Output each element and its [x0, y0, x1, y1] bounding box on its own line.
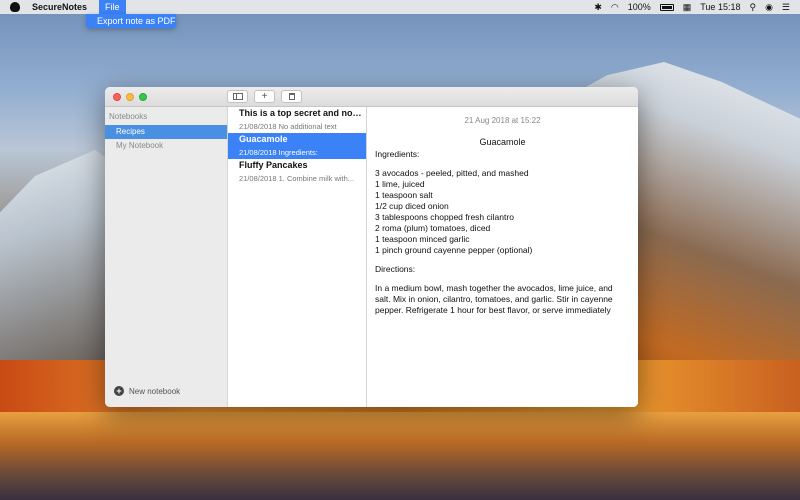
app-menu[interactable]: SecureNotes — [32, 2, 87, 12]
note-date: 21 Aug 2018 at 15:22 — [464, 116, 541, 125]
note-title: Guacamole — [239, 134, 288, 144]
new-note-button[interactable]: + — [254, 90, 275, 103]
new-notebook-button[interactable]: + New notebook — [114, 386, 180, 396]
note-list-item[interactable]: This is a top secret and nobo... 21/08/2… — [228, 107, 366, 133]
zoom-window-button[interactable] — [139, 93, 147, 101]
clock[interactable]: Tue 15:18 — [700, 2, 740, 12]
directions-header[interactable]: Directions: — [375, 264, 630, 275]
ingredient-line[interactable]: 3 avocados - peeled, pitted, and mashed — [375, 168, 630, 179]
ingredient-line[interactable]: 1 lime, juiced — [375, 179, 630, 190]
note-heading[interactable]: Guacamole — [375, 135, 630, 149]
notebooks-header: Notebooks — [109, 112, 148, 121]
ingredient-line[interactable]: 1 pinch ground cayenne pepper (optional) — [375, 245, 630, 256]
input-source-icon[interactable]: ▦ — [683, 2, 692, 13]
ingredient-line[interactable]: 3 tablespoons chopped fresh cilantro — [375, 212, 630, 223]
toggle-sidebar-button[interactable] — [227, 90, 248, 103]
spotlight-search-icon[interactable]: ⚲ — [749, 2, 756, 13]
trash-icon — [288, 93, 295, 100]
note-preview: 21/08/2018 Ingredients: — [239, 148, 318, 157]
battery-percent[interactable]: 100% — [628, 2, 651, 12]
ingredients-header[interactable]: Ingredients: — [375, 149, 630, 160]
note-preview: 21/08/2018 1. Combine milk with... — [239, 174, 355, 183]
note-title: Fluffy Pancakes — [239, 160, 308, 170]
app-window: + Notebooks Recipes My Notebook + New no… — [105, 87, 638, 407]
sidebar-item-recipes[interactable]: Recipes — [105, 125, 227, 139]
new-notebook-label: New notebook — [129, 386, 181, 396]
note-editor[interactable]: 21 Aug 2018 at 15:22 Guacamole Ingredien… — [367, 107, 638, 407]
wallpaper-lake — [0, 412, 800, 500]
directions-text[interactable]: In a medium bowl, mash together the avoc… — [375, 283, 630, 316]
battery-icon[interactable] — [659, 3, 674, 11]
user-icon[interactable]: ◉ — [765, 2, 773, 13]
note-list-item[interactable]: Fluffy Pancakes 21/08/2018 1. Combine mi… — [228, 159, 366, 185]
sidebar-item-my-notebook[interactable]: My Notebook — [105, 139, 227, 153]
notes-list: This is a top secret and nobo... 21/08/2… — [228, 107, 367, 407]
note-preview: 21/08/2018 No additional text — [239, 122, 337, 131]
add-circle-icon: + — [114, 386, 124, 396]
ingredient-line[interactable]: 1 teaspoon salt — [375, 190, 630, 201]
close-window-button[interactable] — [113, 93, 121, 101]
apple-icon[interactable] — [10, 2, 20, 12]
delete-note-button[interactable] — [281, 90, 302, 103]
wifi-icon[interactable]: ◠ — [611, 2, 619, 13]
ingredient-line[interactable]: 1 teaspoon minced garlic — [375, 234, 630, 245]
note-list-item[interactable]: Guacamole 21/08/2018 Ingredients: — [228, 133, 366, 159]
sidebar-toggle-icon — [232, 93, 243, 100]
title-bar[interactable]: + — [105, 87, 638, 107]
file-menu[interactable]: File — [99, 0, 126, 14]
menu-bar: SecureNotes File ✱ ◠ 100% ▦ Tue 15:18 ⚲ … — [0, 0, 800, 14]
plus-icon: + — [261, 90, 268, 102]
notification-center-icon[interactable]: ☰ — [782, 2, 790, 13]
note-title: This is a top secret and nobo... — [239, 108, 366, 118]
menu-item-export-pdf[interactable]: Export note as PDF — [86, 14, 176, 28]
ingredient-line[interactable]: 1/2 cup diced onion — [375, 201, 630, 212]
bluetooth-icon[interactable]: ✱ — [594, 2, 602, 13]
minimize-window-button[interactable] — [126, 93, 134, 101]
ingredient-line[interactable]: 2 roma (plum) tomatoes, diced — [375, 223, 630, 234]
notebooks-sidebar: Notebooks Recipes My Notebook + New note… — [105, 107, 228, 407]
